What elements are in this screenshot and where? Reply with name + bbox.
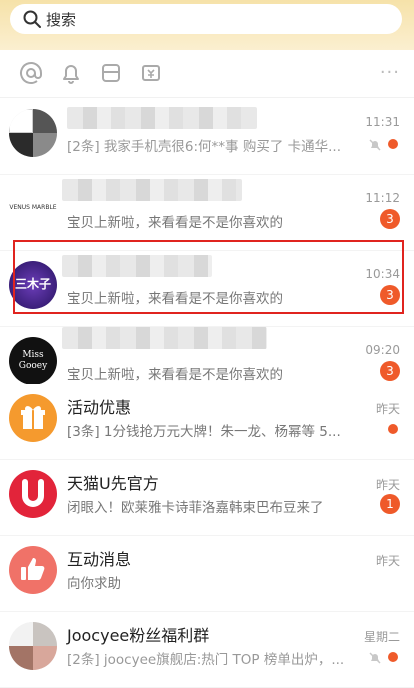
conversation-title: Joocyee粉丝福利群 [67,626,210,645]
unread-dot [388,652,398,662]
conversation-title: 活动优惠 [67,398,132,417]
conversation-title: 互动消息 [67,550,132,569]
conversation-row[interactable]: Joocyee粉丝福利群 星期二 [2条] joocyee旗舰店:热门 TOP … [0,612,414,688]
timestamp: 09:20 [365,343,400,357]
box-icon[interactable] [98,60,124,86]
bell-icon[interactable] [58,60,84,86]
shortcut-bar: ··· [0,50,414,98]
avatar-label: VENUS MARBLE [9,204,57,211]
message-preview: 向你求助 [67,576,121,592]
search-placeholder: 搜索 [46,10,77,29]
blurred-name [67,107,257,129]
conversation-title: 天猫U先官方 [67,474,159,493]
mute-icon [369,139,381,151]
gift-icon [9,394,57,442]
avatar-label: Miss Gooey [18,350,48,371]
unread-badge: 3 [380,209,400,229]
unread-dot [388,424,398,434]
message-preview: [2条] joocyee旗舰店:热门 TOP 榜单出炉，... [67,652,345,668]
header-bar: 搜索 [0,0,414,50]
unread-badge: 3 [380,361,400,381]
conversation-row[interactable]: 互动消息 昨天 向你求助 [0,536,414,612]
more-icon[interactable]: ··· [380,62,400,83]
unread-badge: 1 [380,494,400,514]
thumbs-up-icon [9,546,57,594]
conversation-row[interactable]: 活动优惠 昨天 [3条] 1分钱抢万元大牌！朱一龙、杨幂等 5... [0,384,414,460]
avatar [9,622,57,670]
timestamp: 昨天 [375,478,400,492]
message-preview: [2条] 我家手机壳很6:何**事 购买了 卡通华... [67,139,342,155]
conversation-row[interactable]: 11:31 [2条] 我家手机壳很6:何**事 购买了 卡通华... [0,99,414,175]
message-preview: 闭眼入！欧莱雅卡诗菲洛嘉韩束巴布豆来了 [67,500,324,516]
unread-dot [388,139,398,149]
mute-icon [369,652,381,664]
avatar: Miss Gooey [9,337,57,385]
message-preview: 宝贝上新啦，来看看是不是你喜欢的 [67,367,283,383]
timestamp: 星期二 [363,630,400,644]
avatar: VENUS MARBLE [9,185,57,233]
blurred-name [62,327,267,349]
search-icon [23,10,41,28]
conversation-row[interactable]: 天猫U先官方 昨天 闭眼入！欧莱雅卡诗菲洛嘉韩束巴布豆来了 1 [0,460,414,536]
message-preview: 宝贝上新啦，来看看是不是你喜欢的 [67,215,283,231]
blurred-name [62,179,242,201]
highlight-box [13,240,404,314]
timestamp: 11:12 [365,191,400,205]
timestamp: 昨天 [375,554,400,568]
at-icon[interactable] [18,60,44,86]
timestamp: 11:31 [365,115,400,129]
tmall-u-icon [9,470,57,518]
ticket-icon[interactable] [138,60,164,86]
timestamp: 昨天 [375,402,400,416]
message-preview: [3条] 1分钱抢万元大牌！朱一龙、杨幂等 5... [67,424,341,440]
search-bar[interactable]: 搜索 [10,4,402,34]
avatar [9,109,57,157]
